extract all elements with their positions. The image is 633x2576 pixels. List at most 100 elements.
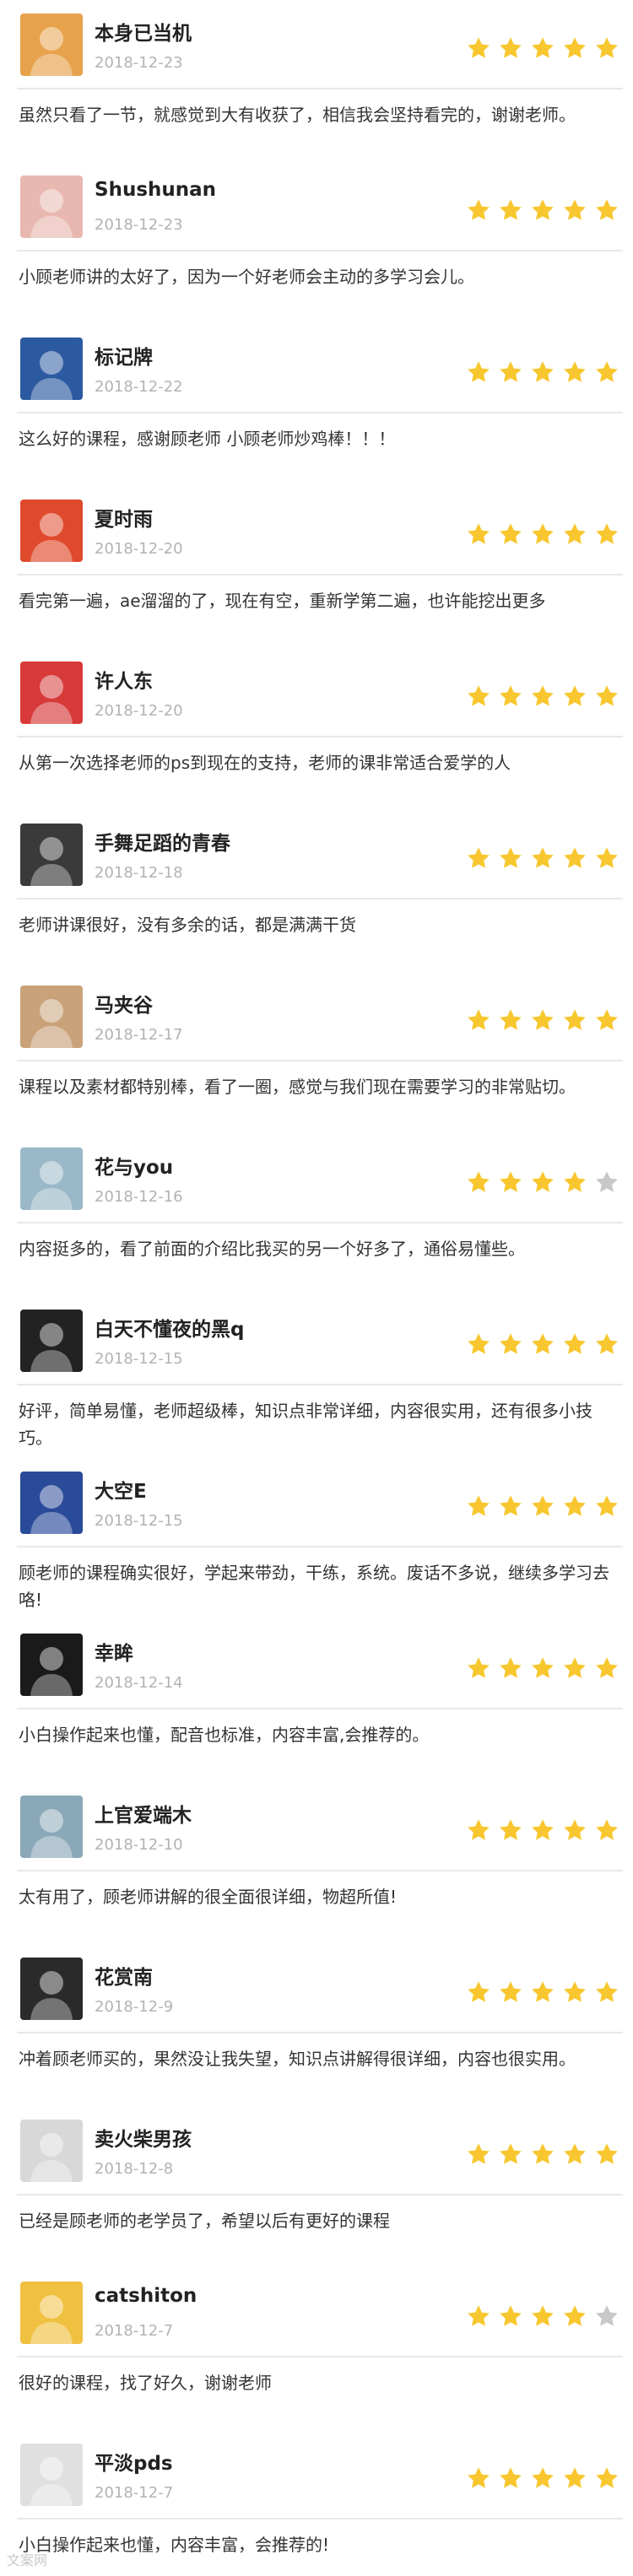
divider xyxy=(17,1546,623,1547)
photo-avatar[interactable] xyxy=(20,2444,83,2506)
review-username[interactable]: 许人东 xyxy=(95,665,153,694)
cartoon-face-avatar[interactable] xyxy=(20,500,83,562)
review-comment: 好评，简单易懂，老师超级棒，知识点非常详细，内容很实用，还有很多小技巧。 xyxy=(19,1401,592,1448)
review-comment: 已经是顾老师的老学员了，希望以后有更好的课程 xyxy=(19,2211,390,2231)
divider xyxy=(17,2518,623,2519)
star-filled-icon xyxy=(564,1333,586,1354)
star-rating xyxy=(466,1493,619,1519)
review-username[interactable]: 平淡pds xyxy=(95,2447,173,2476)
star-filled-icon xyxy=(468,847,490,868)
star-filled-icon xyxy=(500,2143,522,2164)
divider xyxy=(17,412,623,413)
watermark: 文案网 xyxy=(7,2552,48,2568)
review-date: 2018-12-9 xyxy=(95,1998,174,2016)
photo-avatar[interactable] xyxy=(20,824,83,886)
star-filled-icon xyxy=(468,1495,490,1516)
dog-photo-avatar[interactable] xyxy=(20,1958,83,2020)
review-username[interactable]: 标记牌 xyxy=(95,341,153,370)
star-filled-icon xyxy=(564,2467,586,2488)
review-username[interactable]: 幸眸 xyxy=(95,1637,133,1666)
review-username[interactable]: catshiton xyxy=(95,2285,197,2307)
star-rating xyxy=(466,1979,619,2005)
review-username[interactable]: 白天不懂夜的黑q xyxy=(95,1313,244,1342)
review-username[interactable]: 大空E xyxy=(95,1475,147,1504)
star-filled-icon xyxy=(596,523,618,544)
star-filled-icon xyxy=(564,1981,586,2002)
star-filled-icon xyxy=(596,2467,618,2488)
review-date: 2018-12-17 xyxy=(95,1026,183,1044)
star-filled-icon xyxy=(532,1981,554,2002)
review-date: 2018-12-20 xyxy=(95,540,183,558)
review-comment: 小白操作起来也懂，内容丰富，会推荐的! xyxy=(19,2535,330,2555)
review-date: 2018-12-8 xyxy=(95,2160,174,2178)
star-rating xyxy=(466,1331,619,1357)
star-filled-icon xyxy=(500,1819,522,1840)
review-comment: 这么好的课程，感谢顾老师 小顾老师炒鸡棒！！！ xyxy=(19,429,396,449)
star-filled-icon xyxy=(596,37,618,58)
review-date: 2018-12-16 xyxy=(95,1188,183,1206)
star-filled-icon xyxy=(532,847,554,868)
star-rating xyxy=(466,1007,619,1033)
review-date: 2018-12-22 xyxy=(95,378,183,396)
divider xyxy=(17,1708,623,1709)
divider xyxy=(17,898,623,899)
photo-avatar[interactable] xyxy=(20,2120,83,2182)
review-date: 2018-12-23 xyxy=(95,216,183,234)
divider xyxy=(17,2194,623,2195)
star-filled-icon xyxy=(500,1171,522,1192)
star-filled-icon xyxy=(564,1495,586,1516)
star-filled-icon xyxy=(532,361,554,382)
photo-avatar[interactable] xyxy=(20,1634,83,1696)
star-filled-icon xyxy=(500,1333,522,1354)
photo-avatar[interactable] xyxy=(20,338,83,400)
review-username[interactable]: 卖火柴男孩 xyxy=(95,2123,192,2152)
star-filled-icon xyxy=(532,523,554,544)
panda-avatar[interactable] xyxy=(20,1310,83,1372)
review-comment: 冲着顾老师买的，果然没让我失望，知识点讲解得很详细，内容也很实用。 xyxy=(19,2049,576,2069)
star-filled-icon xyxy=(596,1009,618,1030)
divider xyxy=(17,1060,623,1061)
divider xyxy=(17,736,623,737)
photo-avatar[interactable] xyxy=(20,1472,83,1534)
star-filled-icon xyxy=(468,1171,490,1192)
star-rating xyxy=(466,683,619,709)
review-comment: 小顾老师讲的太好了，因为一个好老师会主动的多学习会儿。 xyxy=(19,267,474,287)
review-comment: 看完第一遍，ae溜溜的了，现在有空，重新学第二遍，也许能挖出更多 xyxy=(19,591,546,611)
photo-avatar[interactable] xyxy=(20,1796,83,1858)
star-filled-icon xyxy=(500,199,522,220)
review-username[interactable]: 花赏南 xyxy=(95,1961,153,1990)
cartoon-dog-avatar[interactable] xyxy=(20,14,83,76)
star-filled-icon xyxy=(468,199,490,220)
star-filled-icon xyxy=(468,1333,490,1354)
star-filled-icon xyxy=(468,2143,490,2164)
star-filled-icon xyxy=(500,847,522,868)
divider xyxy=(17,1870,623,1871)
star-filled-icon xyxy=(564,523,586,544)
emoji-avatar[interactable] xyxy=(20,2282,83,2344)
star-filled-icon xyxy=(468,1657,490,1678)
review-username[interactable]: 手舞足蹈的青春 xyxy=(95,827,230,856)
review-username[interactable]: 马夹谷 xyxy=(95,989,153,1018)
star-rating xyxy=(466,1655,619,1681)
review-username[interactable]: 上官爱端木 xyxy=(95,1799,192,1828)
photo-avatar[interactable] xyxy=(20,176,83,238)
review-username[interactable]: 本身已当机 xyxy=(95,17,192,46)
star-filled-icon xyxy=(468,2467,490,2488)
review-comment: 虽然只看了一节，就感觉到大有收获了，相信我会坚持看完的，谢谢老师。 xyxy=(19,105,576,125)
star-filled-icon xyxy=(500,361,522,382)
star-filled-icon xyxy=(468,361,490,382)
divider xyxy=(17,250,623,251)
review-date: 2018-12-7 xyxy=(95,2484,174,2502)
star-filled-icon xyxy=(532,199,554,220)
photo-avatar[interactable] xyxy=(20,986,83,1048)
star-rating xyxy=(466,521,619,547)
review-username[interactable]: Shushunan xyxy=(95,179,216,201)
star-filled-icon xyxy=(500,685,522,706)
cartoon-tiger-avatar[interactable] xyxy=(20,662,83,724)
star-filled-icon xyxy=(532,2467,554,2488)
star-filled-icon xyxy=(564,1657,586,1678)
review-username[interactable]: 夏时雨 xyxy=(95,503,153,532)
review-username[interactable]: 花与you xyxy=(95,1151,173,1180)
photo-avatar[interactable] xyxy=(20,1148,83,1210)
star-filled-icon xyxy=(564,199,586,220)
